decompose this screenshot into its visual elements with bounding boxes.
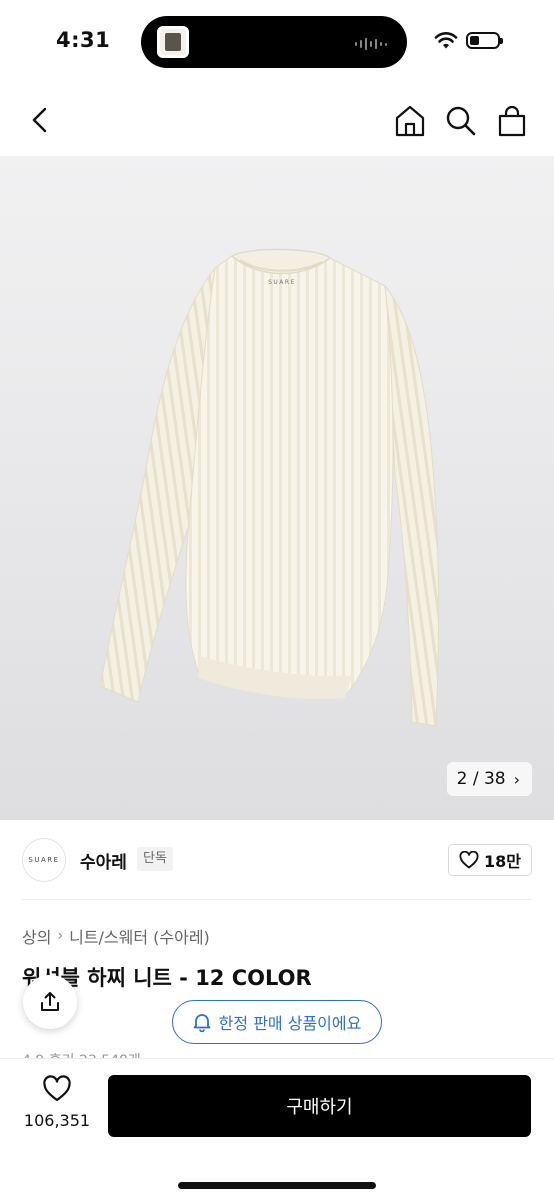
chevron-right-icon: › — [57, 928, 64, 944]
product-image-gallery[interactable]: SUARE 2 / 38 › — [0, 156, 554, 820]
wishlist-count: 106,351 — [23, 1111, 91, 1130]
nav-bar — [0, 84, 554, 156]
breadcrumb-category[interactable]: 상의 — [22, 924, 51, 948]
back-button[interactable] — [26, 104, 56, 136]
audio-wave-icon — [355, 38, 387, 50]
sweater-image: SUARE — [99, 248, 440, 727]
battery-icon — [466, 32, 503, 49]
home-indicator[interactable] — [178, 1182, 376, 1189]
wifi-icon — [434, 32, 458, 49]
bell-icon — [193, 1014, 211, 1032]
brand-row[interactable]: SUARE 수아레 단독 18만 — [22, 820, 532, 900]
rating-line[interactable]: 4.9 후기 23,548개 — [22, 1050, 141, 1058]
chevron-right-icon: › — [513, 769, 520, 789]
search-icon — [446, 106, 476, 136]
bottom-action-bar: 106,351 구매하기 — [0, 1058, 554, 1200]
heart-icon — [459, 851, 479, 869]
shopping-bag-icon — [498, 105, 526, 137]
brand-name[interactable]: 수아레 — [80, 848, 127, 873]
status-time: 4:31 — [56, 28, 111, 52]
wishlist-button[interactable]: 106,351 — [20, 1075, 94, 1130]
breadcrumb-subcategory[interactable]: 니트/스웨터 (수아레) — [69, 924, 210, 948]
chevron-left-icon — [32, 107, 47, 133]
limited-sale-notice[interactable]: 한정 판매 상품이에요 — [172, 1000, 382, 1044]
home-icon — [395, 105, 425, 137]
image-counter[interactable]: 2 / 38 › — [446, 762, 532, 796]
brand-like-button[interactable]: 18만 — [448, 844, 532, 876]
share-icon — [41, 992, 59, 1011]
search-button[interactable] — [444, 104, 478, 138]
limited-sale-text: 한정 판매 상품이에요 — [218, 1014, 362, 1033]
home-button[interactable] — [393, 104, 427, 138]
bag-button[interactable] — [495, 104, 529, 138]
image-counter-text: 2 / 38 — [456, 769, 506, 789]
garment-label-text: SUARE — [268, 279, 296, 286]
heart-icon — [43, 1075, 71, 1102]
brand-like-count: 18만 — [484, 852, 521, 871]
share-button[interactable] — [23, 975, 77, 1029]
status-bar: 4:31 — [0, 0, 554, 84]
exclusive-badge: 단독 — [137, 847, 173, 871]
now-playing-thumbnail — [157, 26, 189, 58]
brand-logo[interactable]: SUARE — [22, 838, 66, 882]
buy-button[interactable]: 구매하기 — [108, 1075, 531, 1137]
breadcrumb: 상의 › 니트/스웨터 (수아레) — [22, 924, 210, 948]
dynamic-island[interactable] — [141, 16, 407, 68]
